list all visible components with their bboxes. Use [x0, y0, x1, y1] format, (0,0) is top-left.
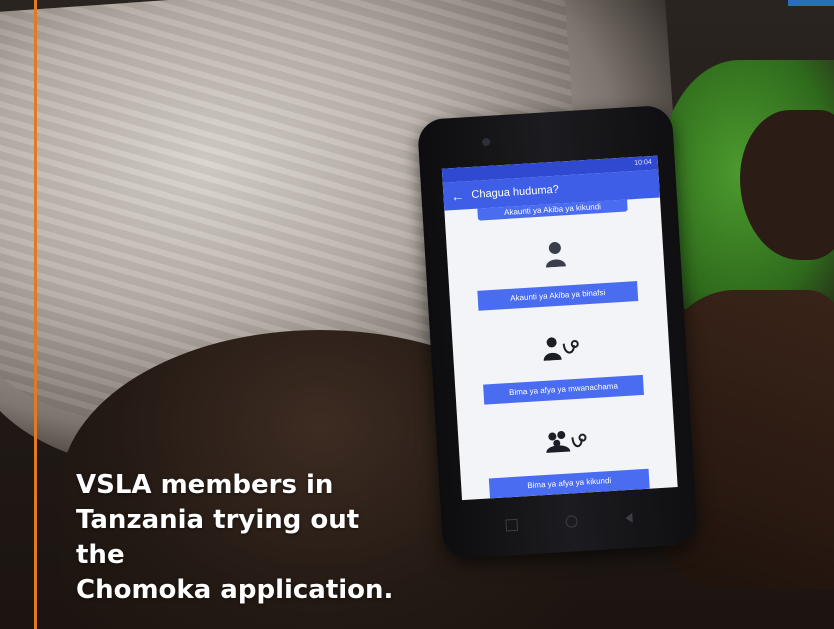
person-icon: [543, 233, 567, 274]
group-stethoscope-icon: [545, 420, 589, 462]
caption-line: VSLA members in: [76, 470, 334, 500]
app-title: Chagua huduma?: [471, 183, 560, 201]
caption-line: Chomoka application.: [76, 575, 394, 605]
person-stethoscope-icon: [541, 327, 581, 369]
phone-screen: 10:04 ← Chagua huduma? Akaunti ya Akiba …: [441, 155, 678, 501]
back-triangle-icon[interactable]: [625, 512, 633, 524]
option-member-insurance: Bima ya afya ya mwanachama: [451, 303, 672, 410]
option-group-insurance: Bima ya afya ya kikundi: [457, 397, 678, 500]
service-list: Akaunti ya Akiba ya kikundi Akaunti ya A…: [444, 197, 677, 500]
smartphone: 10:04 ← Chagua huduma? Akaunti ya Akiba …: [416, 104, 699, 560]
photo-scene: 10:04 ← Chagua huduma? Akaunti ya Akiba …: [0, 0, 834, 629]
arrow-left-icon[interactable]: ←: [443, 188, 472, 205]
accent-rule: [34, 0, 37, 629]
option-personal-savings: Akaunti ya Akiba ya binafsi: [445, 209, 666, 316]
recent-apps-icon[interactable]: [505, 518, 519, 532]
photo-caption: VSLA members in Tanzania trying out the …: [76, 468, 406, 608]
status-time: 10:04: [634, 158, 653, 167]
home-icon[interactable]: [565, 515, 578, 528]
caption-line: Tanzania trying out the: [76, 505, 360, 570]
corner-badge: [788, 0, 834, 6]
